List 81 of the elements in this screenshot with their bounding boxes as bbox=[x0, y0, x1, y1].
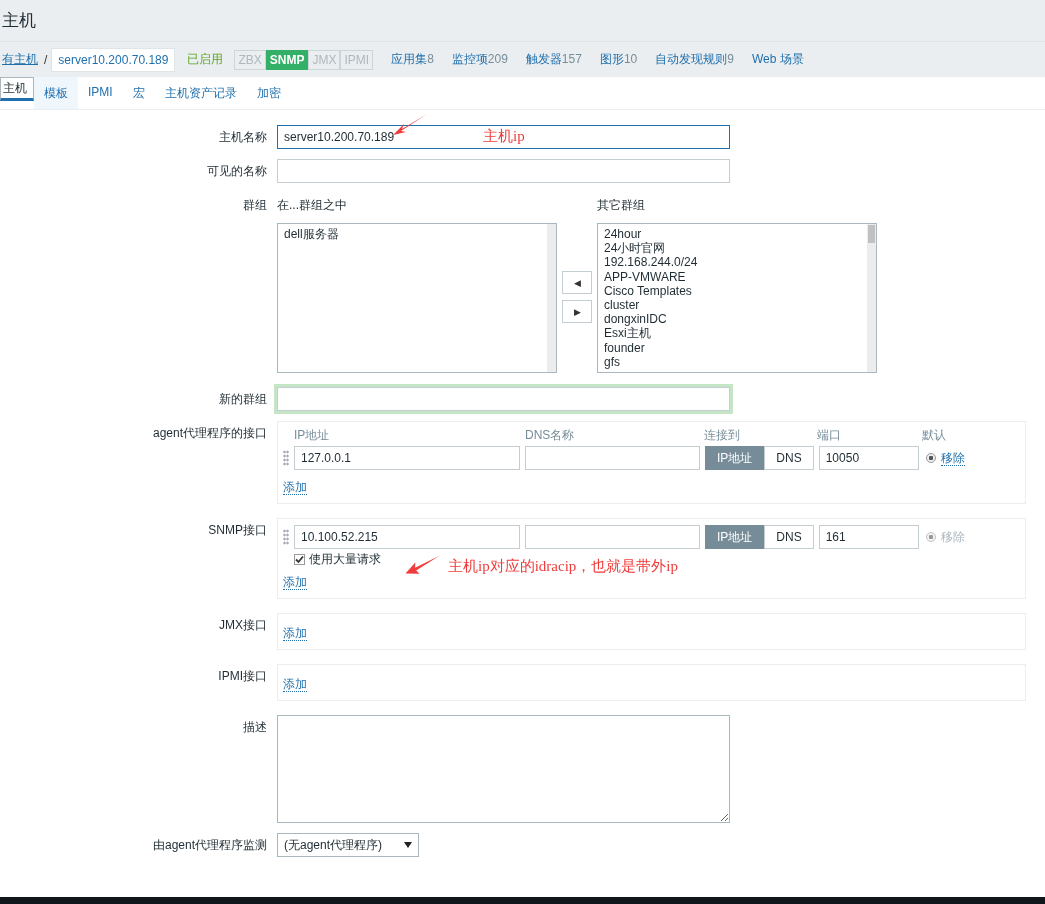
list-item[interactable]: founder bbox=[604, 340, 861, 355]
dns-name-field[interactable] bbox=[525, 525, 700, 549]
breadcrumb-current: server10.200.70.189 bbox=[51, 47, 176, 72]
visible-name-field[interactable] bbox=[277, 159, 730, 183]
column-header: IP地址 bbox=[294, 426, 331, 444]
drag-handle-icon[interactable] bbox=[283, 529, 289, 545]
bulk-checkbox[interactable] bbox=[294, 553, 305, 565]
list-item[interactable]: cluster bbox=[604, 298, 861, 313]
field-label: 可见的名称 bbox=[206, 163, 268, 180]
list-title: 其它群组 bbox=[597, 197, 646, 214]
column-header: 默认 bbox=[922, 426, 946, 444]
availability-badge: IPMI bbox=[340, 49, 374, 70]
add-link[interactable]: 添加 bbox=[283, 480, 307, 495]
description-field[interactable] bbox=[277, 715, 730, 823]
port-field[interactable]: 10050 bbox=[818, 446, 919, 470]
add-link[interactable]: 添加 bbox=[283, 575, 307, 590]
tab[interactable]: 宏 bbox=[122, 77, 155, 109]
field-label: IPMI接口 bbox=[217, 668, 268, 685]
tab[interactable]: 主机资产记录 bbox=[154, 77, 247, 109]
tab[interactable]: 模板 bbox=[34, 77, 78, 109]
field-label: 主机名称 bbox=[218, 129, 268, 146]
column-header: DNS名称 bbox=[525, 426, 576, 444]
breadcrumb-link[interactable]: 有主机 bbox=[2, 51, 38, 68]
group-list[interactable]: 24hour 24小时官网 192.168.244.0/24 APP-VMWARE Cisco Templates cluster dongxinIDC Esxi主机 founder gfs bbox=[597, 223, 877, 373]
annotation-arrow bbox=[392, 113, 428, 137]
list-item[interactable]: 192.168.244.0/24 bbox=[604, 255, 861, 270]
scrollbar[interactable] bbox=[547, 224, 556, 372]
list-item[interactable]: Esxi主机 bbox=[604, 326, 861, 341]
nav-link[interactable]: 自动发现规则9 bbox=[655, 51, 734, 68]
field-label: 新的群组 bbox=[218, 391, 268, 408]
list-item[interactable]: 24小时官网 bbox=[604, 241, 861, 256]
field-label: JMX接口 bbox=[218, 617, 268, 634]
nav-link[interactable]: 应用集8 bbox=[391, 51, 434, 68]
nav-link[interactable]: Web 场景 bbox=[751, 51, 804, 68]
ip-address-field[interactable]: 10.100.52.215 bbox=[294, 525, 520, 549]
field-label: SNMP接口 bbox=[207, 522, 268, 539]
column-header: 连接到 bbox=[704, 426, 741, 444]
list-title: 在...群组之中 bbox=[277, 197, 348, 214]
dns-name-field[interactable] bbox=[525, 446, 700, 470]
availability-badge: JMX bbox=[308, 49, 341, 70]
field-label: 描述 bbox=[242, 719, 268, 736]
annotation-text: 主机ip对应的idracip，也就是带外ip bbox=[448, 557, 678, 576]
annotation-text: 主机ip bbox=[483, 127, 525, 146]
add-link[interactable]: 添加 bbox=[283, 677, 307, 692]
nav-link[interactable]: 触发器157 bbox=[525, 51, 582, 68]
connect-toggle[interactable]: DNS bbox=[764, 446, 814, 470]
tab[interactable]: IPMI bbox=[78, 77, 123, 109]
default-radio[interactable] bbox=[925, 453, 936, 463]
scrollbar[interactable] bbox=[867, 224, 876, 372]
page-title: 主机 bbox=[2, 10, 36, 32]
status-text: 已启用 bbox=[187, 51, 224, 68]
availability-badge: SNMP bbox=[265, 49, 309, 70]
column-header: 端口 bbox=[817, 426, 842, 444]
list-item[interactable]: APP-VMWARE bbox=[604, 269, 861, 284]
nav-link[interactable]: 图形10 bbox=[599, 51, 638, 68]
default-radio[interactable] bbox=[925, 532, 936, 542]
remove-link[interactable]: 移除 bbox=[940, 450, 965, 466]
connect-toggle[interactable]: DNS bbox=[764, 525, 814, 549]
ip-address-field[interactable]: 127.0.0.1 bbox=[294, 446, 520, 470]
field-label: agent代理程序的接口 bbox=[151, 425, 268, 442]
group-list[interactable]: dell服务器 bbox=[277, 223, 557, 373]
drag-handle-icon[interactable] bbox=[283, 450, 289, 466]
checkbox-label: 使用大量请求 bbox=[309, 550, 381, 568]
port-field[interactable]: 161 bbox=[818, 525, 919, 549]
caret-icon bbox=[404, 842, 413, 848]
nav-link[interactable]: 监控项209 bbox=[451, 51, 508, 68]
list-item[interactable]: 24hour bbox=[604, 227, 861, 242]
add-link[interactable]: 添加 bbox=[283, 626, 307, 641]
list-item[interactable]: dell服务器 bbox=[284, 227, 541, 242]
availability-badge: ZBX bbox=[234, 49, 266, 70]
new-group-field[interactable] bbox=[277, 387, 730, 411]
move-left-button[interactable]: ◀ bbox=[562, 271, 592, 294]
breadcrumb-separator: / bbox=[44, 52, 48, 67]
field-label: 由agent代理程序监测 bbox=[151, 837, 268, 854]
list-item[interactable]: Cisco Templates bbox=[604, 283, 861, 298]
move-right-button[interactable]: ▶ bbox=[562, 300, 592, 323]
field-label: 群组 bbox=[242, 197, 268, 214]
tab[interactable]: 加密 bbox=[246, 77, 291, 109]
proxy-dropdown[interactable]: (无agent代理程序) bbox=[277, 833, 420, 857]
list-item[interactable]: dongxinIDC bbox=[604, 312, 861, 327]
list-item[interactable]: gfs bbox=[604, 354, 861, 370]
